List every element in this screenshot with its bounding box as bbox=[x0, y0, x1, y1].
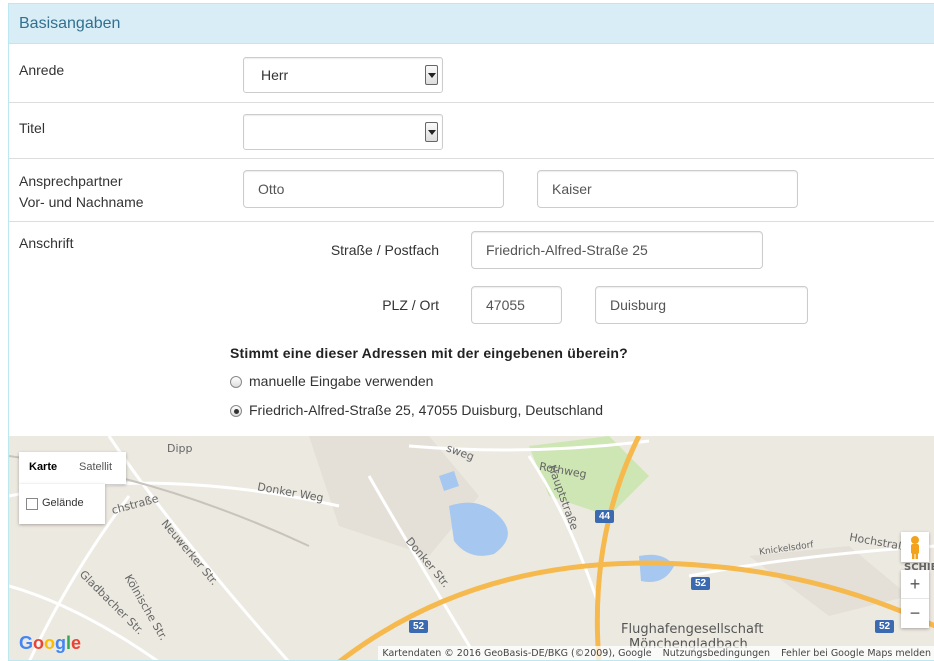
plzort-label: PLZ / Ort bbox=[382, 297, 439, 313]
google-map[interactable]: Dipp sweg Rothweg Hauptstraße Donker Weg… bbox=[9, 436, 934, 660]
titel-select[interactable] bbox=[243, 114, 443, 150]
zoom-out-button[interactable]: − bbox=[901, 599, 929, 628]
motorway-shield-52: 52 bbox=[691, 577, 711, 590]
map-type-satellit[interactable]: Satellit bbox=[79, 461, 112, 473]
google-logo[interactable]: Google bbox=[19, 633, 81, 654]
option-suggested-label: Friedrich-Alfred-Straße 25, 47055 Duisbu… bbox=[249, 402, 604, 418]
motorway-shield-44: 44 bbox=[595, 510, 615, 523]
pegman-icon[interactable] bbox=[901, 532, 929, 562]
option-manual-label: manuelle Eingabe verwenden bbox=[249, 373, 434, 389]
strasse-input[interactable]: Friedrich-Alfred-Straße 25 bbox=[471, 231, 763, 269]
anrede-label: Anrede bbox=[19, 62, 65, 78]
terrain-control[interactable]: Gelände bbox=[19, 484, 105, 524]
map-label-flughafen-1: Flughafengesellschaft bbox=[621, 622, 764, 637]
report-error-link[interactable]: Fehler bei Google Maps melden bbox=[781, 648, 931, 659]
map-type-karte[interactable]: Karte bbox=[29, 461, 57, 473]
motorway-shield-52: 52 bbox=[875, 620, 895, 633]
chevron-down-icon bbox=[425, 65, 438, 85]
terms-link[interactable]: Nutzungsbedingungen bbox=[663, 648, 770, 659]
map-type-control: Karte Satellit bbox=[19, 452, 126, 484]
terrain-checkbox[interactable] bbox=[26, 498, 38, 510]
address-question: Stimmt eine dieser Adressen mit der eing… bbox=[230, 345, 628, 361]
ort-input[interactable]: Duisburg bbox=[595, 286, 808, 324]
motorway-shield-52: 52 bbox=[409, 620, 429, 633]
map-label-dipp: Dipp bbox=[167, 442, 193, 455]
row-titel: Titel bbox=[9, 103, 934, 159]
panel-title: Basisangaben bbox=[9, 4, 934, 44]
zoom-control: + − bbox=[901, 570, 929, 628]
radio-manual[interactable] bbox=[230, 376, 242, 388]
row-anrede: Anrede Herr bbox=[9, 45, 934, 103]
option-manual[interactable]: manuelle Eingabe verwenden bbox=[230, 373, 433, 389]
chevron-down-icon bbox=[425, 122, 438, 142]
map-attribution: Kartendaten © 2016 GeoBasis-DE/BKG (©200… bbox=[378, 646, 934, 660]
terrain-label: Gelände bbox=[42, 497, 84, 509]
nachname-input[interactable]: Kaiser bbox=[537, 170, 798, 208]
zoom-in-button[interactable]: + bbox=[901, 570, 929, 599]
titel-label: Titel bbox=[19, 120, 45, 136]
row-ansprechpartner: Ansprechpartner Vor- und Nachname Otto K… bbox=[9, 159, 934, 222]
anrede-select[interactable]: Herr bbox=[243, 57, 443, 93]
radio-suggested[interactable] bbox=[230, 405, 242, 417]
ansprechpartner-label-2: Vor- und Nachname bbox=[19, 194, 144, 210]
plz-input[interactable]: 47055 bbox=[471, 286, 562, 324]
vorname-input[interactable]: Otto bbox=[243, 170, 504, 208]
anrede-value: Herr bbox=[261, 67, 289, 83]
strasse-label: Straße / Postfach bbox=[330, 242, 439, 258]
basisangaben-panel: Basisangaben Anrede Herr Titel Ansprechp… bbox=[8, 3, 934, 661]
anschrift-label: Anschrift bbox=[19, 235, 74, 251]
ansprechpartner-label-1: Ansprechpartner bbox=[19, 173, 123, 189]
attribution-data: Kartendaten © 2016 GeoBasis-DE/BKG (©200… bbox=[382, 648, 652, 659]
option-suggested[interactable]: Friedrich-Alfred-Straße 25, 47055 Duisbu… bbox=[230, 402, 603, 418]
